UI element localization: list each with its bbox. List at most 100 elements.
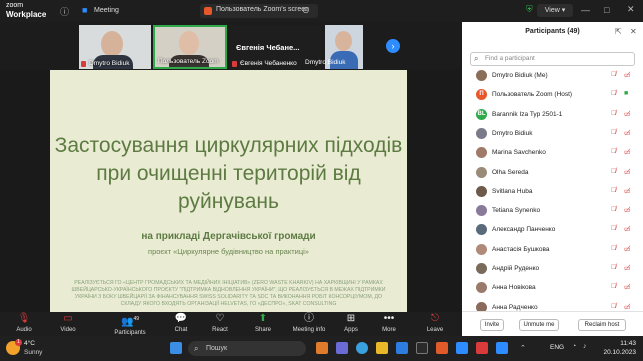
minimize-icon[interactable]: — <box>581 5 590 15</box>
wifi-icon[interactable]: ◔ <box>572 343 576 350</box>
app-icon[interactable] <box>416 342 428 354</box>
muted-mic-icon[interactable]: 🎙̸ <box>611 225 616 232</box>
participant-row[interactable]: Marina Savchenko 🎙̸ ▭̸ <box>462 144 643 163</box>
taskbar-search[interactable]: ⌕ Пошук <box>188 341 306 356</box>
app-icon[interactable] <box>436 342 448 354</box>
video-off-icon[interactable]: ▭̸ <box>624 148 631 156</box>
meeting-tab[interactable]: Meeting <box>94 7 119 14</box>
share-button[interactable]: ⬆ Share <box>243 312 283 336</box>
video-off-icon[interactable]: ▭̸ <box>624 110 631 118</box>
participant-name: Tetiana Synenko <box>492 207 541 215</box>
next-page-button[interactable]: › <box>386 39 400 53</box>
meeting-icon[interactable]: ■ <box>82 5 87 15</box>
close-panel-icon[interactable]: ✕ <box>630 27 637 36</box>
store-icon[interactable] <box>396 342 408 354</box>
chat-button[interactable]: 💬 Chat <box>161 312 201 336</box>
leave-icon: ⎋ <box>431 313 439 324</box>
participant-row[interactable]: Dmytro Bidiuk 🎙̸ ▭̸ <box>462 125 643 144</box>
participant-row[interactable]: Анна Новікова 🎙̸ ▭̸ <box>462 279 643 298</box>
video-off-icon[interactable]: ▭̸ <box>624 71 631 79</box>
clock[interactable]: 11:43 20.10.2023 <box>596 339 636 357</box>
info-icon[interactable]: ⓘ <box>60 5 69 18</box>
reclaim-host-button[interactable]: Reclaim host <box>578 319 626 331</box>
muted-mic-icon[interactable]: 🎙̸ <box>611 245 616 252</box>
participant-row[interactable]: Андрій Руденко 🎙̸ ▭̸ <box>462 260 643 279</box>
muted-mic-icon[interactable]: 🎙̸ <box>611 71 616 78</box>
language-indicator[interactable]: ENG <box>550 344 564 351</box>
audio-button[interactable]: 🎙 Audio <box>4 312 44 336</box>
app-icon[interactable] <box>476 342 488 354</box>
muted-mic-icon[interactable]: 🎙̸ <box>611 148 616 155</box>
chat-icon: 💬 <box>174 313 188 324</box>
video-off-icon[interactable]: ▭̸ <box>624 225 631 233</box>
participant-row[interactable]: Svitlana Huba 🎙̸ ▭̸ <box>462 183 643 202</box>
muted-mic-icon[interactable]: 🎙̸ <box>611 187 616 194</box>
popout-icon[interactable]: ⇱ <box>615 27 622 36</box>
video-tile-active-speaker[interactable]: Пользователь Zoom <box>153 25 227 69</box>
more-button[interactable]: ••• More <box>369 312 409 336</box>
leave-button[interactable]: ⎋ Leave <box>415 312 455 336</box>
screen-share-tab[interactable]: Пользователь Zoom's screen <box>200 4 318 18</box>
video-tile[interactable]: Dmytro Bidiuk <box>79 25 151 69</box>
video-off-icon[interactable]: ▭̸ <box>624 168 631 176</box>
avatar <box>476 243 487 255</box>
participant-row[interactable]: Tetiana Synenko 🎙̸ ▭̸ <box>462 202 643 221</box>
app-icon[interactable] <box>336 342 348 354</box>
muted-mic-icon[interactable]: 🎙̸ <box>611 110 616 117</box>
react-button[interactable]: ♡ React <box>200 312 240 336</box>
video-off-icon[interactable]: ▭̸ <box>624 264 631 272</box>
meeting-info-button[interactable]: ⓘ Meeting info <box>288 312 330 336</box>
invite-button[interactable]: Invite <box>480 319 504 331</box>
apps-button[interactable]: ⊞ Apps <box>331 312 371 336</box>
avatar <box>476 185 487 197</box>
video-off-icon[interactable]: ▭̸ <box>624 129 631 137</box>
muted-mic-icon[interactable]: 🎙̸ <box>611 303 616 310</box>
more-icon[interactable]: ⊖ <box>302 5 310 16</box>
participants-panel: Participants (49) ⇱ ✕ ⌕ Find a participa… <box>462 22 643 336</box>
zoom-taskbar-icon[interactable] <box>456 342 468 354</box>
info-icon: ⓘ <box>304 313 314 324</box>
video-off-icon[interactable]: ▭̸ <box>624 303 631 311</box>
video-strip: Dmytro Bidiuk Пользователь Zoom Євгенія … <box>0 22 460 70</box>
video-off-icon[interactable]: ▭̸ <box>624 245 631 253</box>
video-off-icon[interactable]: ▭̸ <box>624 206 631 214</box>
maximize-icon[interactable]: □ <box>604 5 609 15</box>
app-icon[interactable] <box>316 342 328 354</box>
shield-icon[interactable]: ⛨ <box>526 4 533 15</box>
participant-name: Пользователь Zoom (Host) <box>492 91 573 99</box>
video-off-icon[interactable]: ▭̸ <box>624 187 631 195</box>
close-icon[interactable]: ✕ <box>627 4 635 15</box>
participant-row[interactable]: Александр Панченко 🎙̸ ▭̸ <box>462 221 643 240</box>
muted-mic-icon[interactable]: 🎙̸ <box>611 168 616 175</box>
tray-chevron-icon[interactable]: ⌃ <box>520 344 526 352</box>
start-icon[interactable] <box>170 342 182 354</box>
participant-search-input[interactable]: ⌕ Find a participant <box>470 52 635 66</box>
app-icon[interactable] <box>496 342 508 354</box>
video-off-icon[interactable]: ▭̸ <box>624 283 631 291</box>
participant-row[interactable]: BL Barannik Iza Typ 2501-1 🎙̸ ▭̸ <box>462 106 643 125</box>
unmute-me-button[interactable]: Unmute me <box>519 319 559 331</box>
muted-mic-icon[interactable]: 🎙̸ <box>611 129 616 136</box>
notification-badge: 1 <box>15 339 22 346</box>
volume-icon[interactable]: ♪ <box>583 343 587 350</box>
slide-project: проєкт «Циркулярне будівництво на практи… <box>148 247 309 256</box>
participant-name: Marina Savchenko <box>492 149 546 157</box>
avatar <box>476 224 487 236</box>
muted-mic-icon[interactable]: 🎙̸ <box>611 264 616 271</box>
muted-mic-icon[interactable]: 🎙̸ <box>611 90 616 97</box>
participants-button[interactable]: 👥49 Participants <box>110 312 150 336</box>
participant-row[interactable]: Olha Sereda 🎙̸ ▭̸ <box>462 164 643 183</box>
muted-mic-icon[interactable]: 🎙̸ <box>611 206 616 213</box>
edge-icon[interactable] <box>356 342 368 354</box>
video-button[interactable]: ▭ Video <box>48 312 88 336</box>
title-bar: zoom Workplace ⓘ ■ Meeting Пользователь … <box>0 0 643 22</box>
muted-mic-icon[interactable]: 🎙̸ <box>611 283 616 290</box>
participant-row[interactable]: Dmytro Bidiuk (Me) 🎙̸ ▭̸ <box>462 67 643 86</box>
view-button[interactable]: View ▾ <box>537 4 573 17</box>
participant-row[interactable]: Анастасія Бушкова 🎙̸ ▭̸ <box>462 241 643 260</box>
participant-row[interactable]: П Пользователь Zoom (Host) 🎙̸ ■ <box>462 86 643 105</box>
video-off-icon[interactable]: ■ <box>624 90 628 97</box>
participant-name: Анастасія Бушкова <box>492 245 550 253</box>
folder-icon[interactable] <box>376 342 388 354</box>
avatar <box>476 263 487 274</box>
